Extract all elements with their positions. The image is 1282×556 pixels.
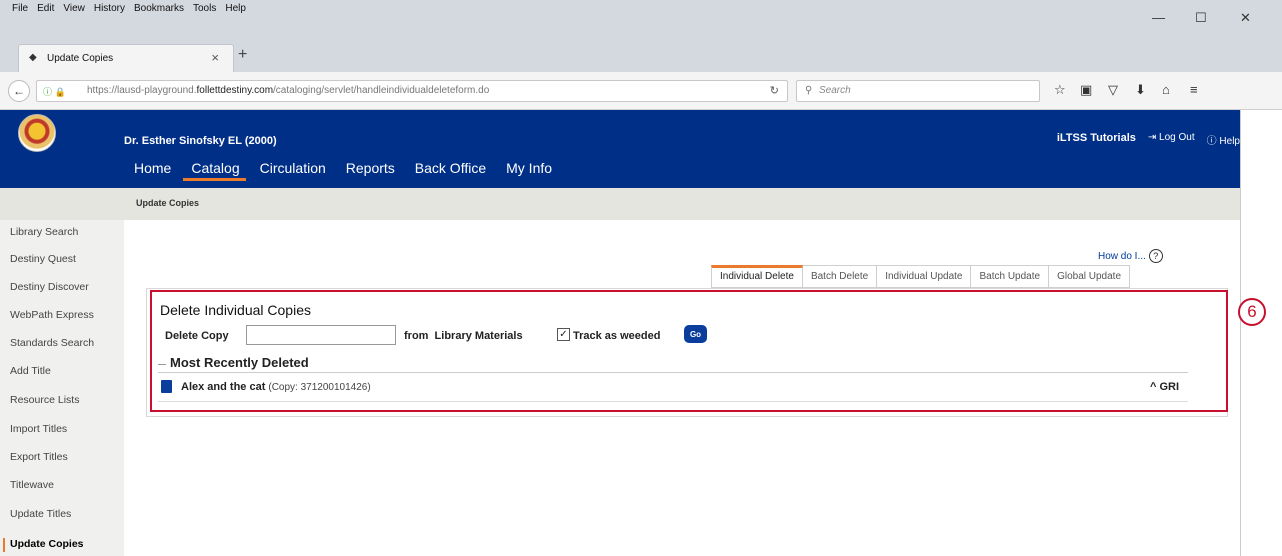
browser-tabstrip: ◆ Update Copies × +	[0, 38, 1282, 72]
highlight-box	[150, 290, 1228, 412]
close-tab-icon[interactable]: ×	[211, 50, 219, 65]
item-call-number: ^ GRI	[1150, 381, 1180, 393]
breadcrumb: Update Copies	[0, 188, 1240, 220]
sidebar: Library Search Destiny Quest Destiny Dis…	[0, 220, 124, 556]
menu-list: File Edit View History Bookmarks Tools H…	[12, 3, 246, 14]
tab-batch-delete[interactable]: Batch Delete	[802, 265, 878, 288]
close-window-icon[interactable]: ✕	[1240, 10, 1251, 26]
menu-edit[interactable]: Edit	[37, 3, 54, 14]
delete-copy-label: Delete Copy	[165, 330, 229, 342]
delete-copy-input[interactable]	[246, 325, 396, 345]
district-seal-logo[interactable]	[18, 114, 56, 152]
main-nav: Home Catalog Circulation Reports Back Of…	[134, 160, 552, 181]
tab-individual-delete[interactable]: Individual Delete	[711, 265, 803, 288]
search-placeholder: Search	[819, 85, 851, 96]
menu-history[interactable]: History	[94, 3, 125, 14]
sidebar-item-import-titles[interactable]: Import Titles	[10, 423, 67, 435]
help-link[interactable]: ⓘ Help	[1207, 132, 1240, 147]
sidebar-item-standards-search[interactable]: Standards Search	[10, 337, 94, 349]
search-icon: ⚲	[805, 85, 813, 96]
sidebar-item-library-search[interactable]: Library Search	[10, 226, 78, 238]
section-divider	[158, 372, 1188, 373]
sidebar-item-webpath-express[interactable]: WebPath Express	[10, 309, 94, 321]
sidebar-item-export-titles[interactable]: Export Titles	[10, 451, 68, 463]
sidebar-item-destiny-quest[interactable]: Destiny Quest	[10, 253, 76, 265]
form-title: Delete Individual Copies	[160, 302, 311, 318]
item-copy-number: (Copy: 371200101426)	[268, 382, 371, 393]
track-as-weeded-label: Track as weeded	[573, 330, 661, 342]
tutorials-link[interactable]: iLTSS Tutorials	[1057, 132, 1136, 147]
nav-circulation[interactable]: Circulation	[260, 160, 326, 176]
tab-title: Update Copies	[47, 53, 114, 64]
nav-home[interactable]: Home	[134, 160, 171, 176]
breadcrumb-current: Update Copies	[136, 198, 200, 208]
url-text: https://lausd-playground.follettdestiny.…	[87, 85, 490, 96]
minimize-icon[interactable]: —	[1152, 10, 1165, 25]
nav-reports[interactable]: Reports	[346, 160, 395, 176]
item-title[interactable]: Alex and the cat	[181, 381, 265, 393]
how-do-i-link[interactable]: How do I...?	[1098, 249, 1163, 263]
sidebar-item-destiny-discover[interactable]: Destiny Discover	[10, 281, 89, 293]
browser-navbar: ← ⓘ 🔒 https://lausd-playground.follettde…	[0, 72, 1282, 110]
address-bar[interactable]: ⓘ 🔒 https://lausd-playground.follettdest…	[36, 80, 788, 102]
menu-file[interactable]: File	[12, 3, 28, 14]
sidebar-item-update-titles[interactable]: Update Titles	[10, 508, 71, 520]
logout-link[interactable]: ⇥ Log Out	[1148, 132, 1195, 147]
sidebar-item-update-copies[interactable]: Update Copies	[10, 538, 84, 550]
sidebar-active-indicator	[3, 538, 5, 552]
section-divider-left	[158, 364, 166, 365]
back-arrow-icon[interactable]: ←	[8, 80, 30, 102]
menu-help[interactable]: Help	[225, 3, 246, 14]
menu-view[interactable]: View	[63, 3, 85, 14]
header-links: iLTSS Tutorials ⇥ Log Out ⓘ Help	[1057, 132, 1240, 147]
sidebar-item-titlewave[interactable]: Titlewave	[10, 479, 54, 491]
reload-icon[interactable]: ↻	[770, 84, 779, 97]
tab-global-update[interactable]: Global Update	[1049, 265, 1131, 288]
logout-icon: ⇥	[1147, 132, 1160, 143]
track-as-weeded-checkbox[interactable]: ✓	[557, 328, 570, 341]
list-item[interactable]: Alex and the cat (Copy: 371200101426)	[181, 381, 371, 393]
book-icon	[161, 380, 172, 393]
update-tabs: Individual Delete Batch Delete Individua…	[711, 265, 1131, 288]
page-right-border	[1240, 110, 1241, 556]
favicon-icon: ◆	[29, 52, 37, 63]
app-header: Dr. Esther Sinofsky EL (2000) Home Catal…	[0, 110, 1240, 188]
home-icon[interactable]: ⌂	[1162, 82, 1170, 97]
browser-tab[interactable]: ◆ Update Copies ×	[18, 44, 234, 72]
sidebar-item-resource-lists[interactable]: Resource Lists	[10, 394, 79, 406]
nav-catalog[interactable]: Catalog	[183, 160, 246, 181]
search-input[interactable]: ⚲ Search	[796, 80, 1040, 102]
hamburger-menu-icon[interactable]: ≡	[1190, 82, 1198, 97]
new-tab-icon[interactable]: +	[238, 46, 247, 64]
from-library-materials-label: from Library Materials	[404, 330, 523, 342]
tab-batch-update[interactable]: Batch Update	[971, 265, 1050, 288]
nav-my-info[interactable]: My Info	[506, 160, 552, 176]
sidebar-item-add-title[interactable]: Add Title	[10, 365, 51, 377]
bookmark-star-icon[interactable]: ☆	[1054, 82, 1066, 98]
lock-icon: ⓘ 🔒	[43, 87, 66, 97]
menu-bookmarks[interactable]: Bookmarks	[134, 3, 184, 14]
site-name: Dr. Esther Sinofsky EL (2000)	[124, 135, 277, 147]
pocket-icon[interactable]: ▽	[1108, 82, 1118, 98]
go-button[interactable]: Go	[684, 325, 707, 343]
nav-back-office[interactable]: Back Office	[415, 160, 486, 176]
menu-tools[interactable]: Tools	[193, 3, 216, 14]
browser-menubar: File Edit View History Bookmarks Tools H…	[0, 0, 1282, 38]
download-icon[interactable]: ⬇	[1135, 82, 1146, 98]
step-number-badge: 6	[1238, 298, 1266, 326]
maximize-icon[interactable]: ☐	[1195, 10, 1207, 26]
most-recently-deleted-heading: Most Recently Deleted	[170, 355, 313, 370]
help-icon: ⓘ	[1206, 136, 1220, 147]
question-icon: ?	[1148, 249, 1163, 263]
row-divider	[158, 401, 1188, 402]
tab-individual-update[interactable]: Individual Update	[877, 265, 972, 288]
clipboard-icon[interactable]: ▣	[1080, 82, 1092, 98]
